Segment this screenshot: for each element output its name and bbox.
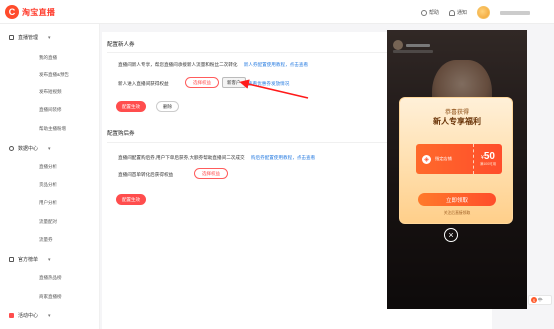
after-purchase-desc-text: 直播间配置购后券,用户下单后获券,大额券帮助直播间二次成交 (118, 155, 245, 160)
chevron-down-icon: ▾ (48, 256, 51, 263)
sidebar-group-data-center[interactable]: 数据中心 ▾ (9, 145, 51, 152)
select-benefit-button-2[interactable]: 选择权益 (194, 168, 228, 179)
modal-subtitle: 新人专享福利 (433, 117, 481, 126)
newcomer-tutorial-link[interactable]: 新人券配置使用教程，点击查看 (244, 62, 308, 67)
modal-title: 恭喜获得 (444, 110, 469, 116)
coupon-condition: 满100可用 (479, 162, 497, 166)
section-title-after-purchase: 配置购后券 (107, 131, 135, 137)
ime-text: 中· (538, 297, 544, 302)
sidebar-item-traffic-coupon[interactable]: 流量券 (39, 237, 53, 243)
notify-label: 通知 (456, 10, 467, 16)
coupon-label: 指定店铺 (435, 156, 452, 161)
top-header: C 淘宝直播 帮助 通知 (0, 0, 554, 24)
select-benefit-button[interactable]: 选择权益 (185, 77, 219, 88)
header-actions: 帮助 通知 (420, 6, 530, 19)
taobao-live-logo[interactable]: C 淘宝直播 (5, 5, 55, 19)
coupon-value: ¥50 满100可用 (474, 151, 502, 167)
sidebar-group-label: 官方榜单 (18, 257, 39, 263)
help-label: 帮助 (428, 10, 439, 16)
chevron-down-icon: ▾ (48, 312, 51, 319)
sidebar: 直播管理 ▾ 我的直播 发布直播&预告 发布短视频 直播间装修 帮助主播粉增 数… (0, 24, 100, 329)
delete-button[interactable]: 删除 (156, 101, 179, 112)
bell-icon (448, 9, 455, 16)
coupon-amount: 50 (483, 151, 495, 162)
chevron-down-icon: ▾ (48, 34, 51, 41)
after-purchase-desc: 直播间配置购后券,用户下单后获券,大额券帮助直播间二次成交 购后券配置使用教程，… (118, 155, 315, 161)
sidebar-group-activity[interactable]: 活动中心 ▾ (9, 312, 51, 319)
sidebar-group-label: 直播管理 (18, 35, 39, 41)
sogou-icon: S (531, 297, 537, 303)
sidebar-item-fan-growth[interactable]: 帮助主播粉增 (39, 126, 66, 132)
close-icon[interactable]: × (444, 228, 458, 242)
ime-indicator[interactable]: S 中· (528, 295, 552, 305)
avatar[interactable] (477, 6, 490, 19)
sidebar-item-traffic-match[interactable]: 流量配对 (39, 219, 57, 225)
newcomer-desc-text: 直播间新人专享，帮您直播间承接新人流量和粉丝二次转化 (118, 62, 238, 67)
sidebar-item-merchant-rank[interactable]: 商家直播榜 (39, 294, 62, 300)
sidebar-item-goods-analysis[interactable]: 货品分析 (39, 182, 57, 188)
sidebar-item-publish-live[interactable]: 发布直播&预告 (39, 72, 69, 78)
sidebar-item-live-analysis[interactable]: 直播分析 (39, 164, 57, 170)
shop-icon: ◈ (422, 154, 431, 164)
after-purchase-tutorial-link[interactable]: 购后券配置使用教程，点击查看 (251, 155, 315, 160)
coupon-left: ◈ 指定店铺 (416, 144, 474, 174)
sidebar-item-my-live[interactable]: 我的直播 (39, 55, 57, 61)
help-icon (420, 9, 427, 16)
save-config-button-2[interactable]: 配置生效 (116, 194, 146, 205)
notify-link[interactable]: 通知 (448, 9, 467, 16)
newcomer-desc: 直播间新人专享，帮您直播间承接新人流量和粉丝二次转化 新人券配置使用教程，点击查… (118, 62, 308, 68)
claim-now-button[interactable]: 立即领取 (418, 193, 496, 206)
trophy-icon (9, 257, 14, 262)
username-blurred[interactable] (500, 10, 530, 15)
logo-icon: C (5, 5, 19, 19)
sidebar-group-live-manage[interactable]: 直播管理 ▾ (9, 34, 51, 41)
logo-text: 淘宝直播 (22, 7, 56, 17)
sidebar-item-hot-goods-rank[interactable]: 直播热品榜 (39, 275, 62, 281)
modal-footer-note: 关注后直接领取 (443, 211, 471, 215)
gift-icon (9, 313, 14, 318)
chevron-down-icon: ▾ (48, 145, 51, 152)
save-config-button[interactable]: 配置生效 (116, 101, 146, 112)
sidebar-group-rankings[interactable]: 官方榜单 ▾ (9, 256, 51, 263)
view-coupon-status-link[interactable]: 查看优惠券发放情况 (248, 81, 289, 87)
grid-icon (9, 35, 14, 40)
newcomer-row-label: 新人进入直播间获得权益 (118, 81, 169, 86)
sidebar-item-user-analysis[interactable]: 用户分析 (39, 200, 57, 206)
section-title-newcomer: 配置新人券 (107, 42, 135, 48)
chart-icon (9, 146, 14, 151)
after-purchase-row-label: 直播间首单转化后获得权益 (118, 172, 174, 177)
sidebar-item-publish-video[interactable]: 发布短视频 (39, 89, 62, 95)
sidebar-group-label: 活动中心 (18, 313, 39, 319)
sidebar-item-decorate[interactable]: 直播间装修 (39, 107, 62, 113)
sidebar-group-label: 数据中心 (18, 146, 39, 152)
phone-preview: 恭喜获得 新人专享福利 ◈ 指定店铺 ¥50 满100可用 立即领取 关注后直接… (387, 30, 527, 309)
coupon-card: ◈ 指定店铺 ¥50 满100可用 (416, 144, 502, 174)
newcomer-coupon-modal: 恭喜获得 新人专享福利 ◈ 指定店铺 ¥50 满100可用 立即领取 关注后直接… (399, 97, 513, 224)
new-customer-tag-button[interactable]: 新客户 (222, 77, 246, 88)
help-link[interactable]: 帮助 (420, 9, 439, 16)
